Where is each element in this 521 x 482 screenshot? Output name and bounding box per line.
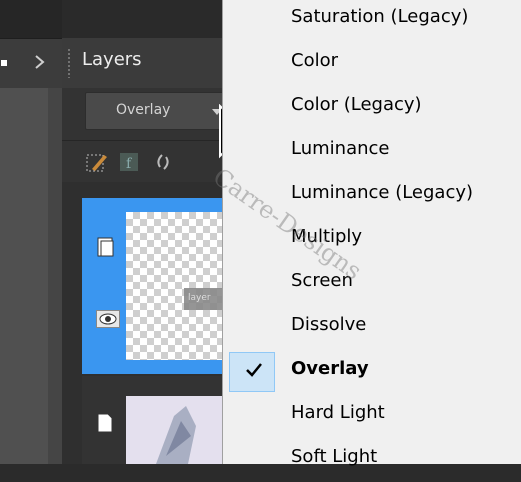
panel-title: Layers [82,49,142,70]
drag-grip[interactable] [67,48,71,78]
menu-item-soft-light[interactable]: Soft Light [223,438,521,482]
checkmark-icon [246,363,262,377]
page-icon[interactable] [96,412,114,434]
menu-item-color[interactable]: Color [223,42,521,86]
left-top-bar [0,0,62,38]
menu-item-dissolve[interactable]: Dissolve [223,306,521,350]
eye-icon[interactable] [96,310,120,328]
menu-item-hard-light[interactable]: Hard Light [223,394,521,438]
link-icon[interactable] [152,149,172,175]
blend-mode-menu: Saturation (Legacy) Color Color (Legacy)… [222,0,521,467]
blend-mode-value: Overlay [116,102,171,118]
arrow-right-icon[interactable] [33,55,47,69]
collapse-area[interactable] [0,38,62,89]
page-icon[interactable] [96,236,116,258]
left-marker-dot [1,60,7,66]
check-highlight [229,352,275,392]
canvas-area [0,88,48,464]
menu-item-color-legacy[interactable]: Color (Legacy) [223,86,521,130]
menu-item-luminance-legacy[interactable]: Luminance (Legacy) [223,174,521,218]
menu-item-saturation-legacy[interactable]: Saturation (Legacy) [223,0,521,42]
paint-brush-icon[interactable] [84,149,110,175]
menu-item-overlay[interactable]: Overlay [223,350,521,394]
blend-mode-select[interactable]: Overlay [85,92,237,130]
menu-item-luminance[interactable]: Luminance [223,130,521,174]
panel-divider[interactable] [48,88,62,464]
fx-icon[interactable]: f [116,149,142,175]
menu-item-multiply[interactable]: Multiply [223,218,521,262]
menu-item-screen[interactable]: Screen [223,262,521,306]
